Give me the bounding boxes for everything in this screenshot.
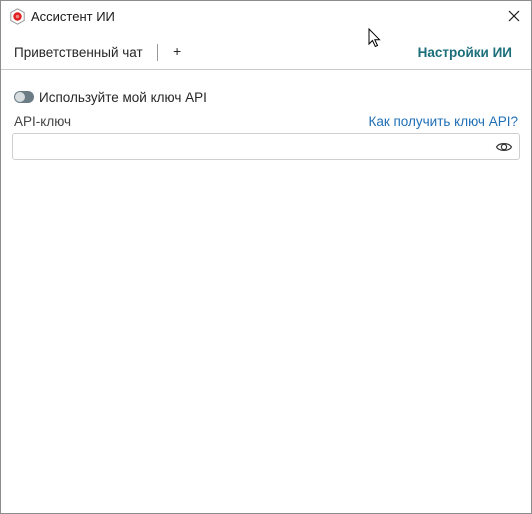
api-key-field (12, 133, 520, 160)
tab-separator (157, 44, 158, 61)
use-own-key-label: Используйте мой ключ API (39, 89, 207, 105)
use-own-key-toggle-row[interactable]: Используйте мой ключ API (14, 89, 207, 105)
tab-bar: Приветственный чат + Настройки ИИ (1, 33, 531, 70)
use-own-key-toggle[interactable] (14, 91, 34, 103)
title-bar: Ассистент ИИ (1, 1, 531, 33)
close-button[interactable] (503, 5, 525, 27)
api-key-label: API-ключ (14, 114, 72, 129)
eye-icon[interactable] (495, 138, 513, 156)
api-key-input[interactable] (19, 137, 493, 157)
close-icon (508, 10, 520, 22)
tab-ai-settings[interactable]: Настройки ИИ (418, 45, 512, 60)
tab-welcome-chat[interactable]: Приветственный чат (14, 45, 143, 60)
api-key-help-link[interactable]: Как получить ключ API? (368, 114, 518, 129)
assistant-window: Ассистент ИИ Приветственный чат + Настро… (0, 0, 532, 514)
toggle-knob (15, 92, 25, 102)
app-logo-icon (10, 8, 25, 25)
add-tab-button[interactable]: + (173, 43, 181, 59)
window-title: Ассистент ИИ (31, 9, 115, 24)
